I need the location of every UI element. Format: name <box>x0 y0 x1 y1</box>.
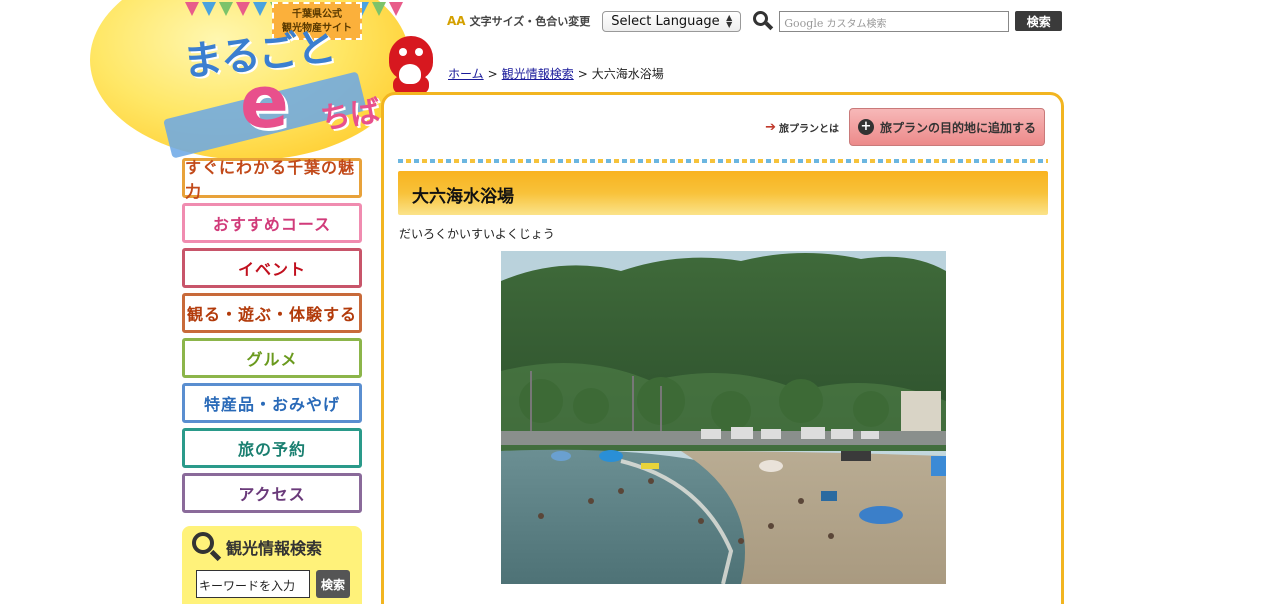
font-color-change-link[interactable]: AA 文字サイズ・色合い変更 <box>447 13 590 29</box>
nav-events[interactable]: イベント <box>182 248 362 288</box>
language-select[interactable]: Select Language ▲ ▼ <box>602 10 742 32</box>
arrow-right-icon: ➔ <box>765 119 776 135</box>
select-arrows-icon: ▲ ▼ <box>726 13 733 29</box>
nav-specialties-souvenirs[interactable]: 特産品・おみやげ <box>182 383 362 423</box>
breadcrumb-separator: > <box>487 67 498 81</box>
title-reading: だいろくかいすいよくじょう <box>399 227 555 241</box>
breadcrumb-home-link[interactable]: ホーム <box>448 67 484 81</box>
page-title: 大六海水浴場 <box>412 187 514 207</box>
search-placeholder: カスタム検索 <box>826 18 887 30</box>
travel-plan-about-label: 旅プランとは <box>779 123 839 135</box>
nav-recommended-courses[interactable]: おすすめコース <box>182 203 362 243</box>
keyword-search-button[interactable]: 検索 <box>316 570 350 598</box>
beach-photo-image <box>501 251 946 584</box>
breadcrumb-separator: > <box>577 67 588 81</box>
language-select-value: Select Language <box>611 13 720 29</box>
search-icon <box>753 11 774 31</box>
breadcrumb-current: 大六海水浴場 <box>591 67 664 81</box>
page-title-bar: 大六海水浴場 <box>398 171 1048 215</box>
font-size-icon: AA <box>447 14 466 28</box>
logo-text-e: e <box>240 60 289 144</box>
logo-text-chiba: ちば <box>318 93 383 137</box>
tourism-search-title: 観光情報検索 <box>226 539 323 558</box>
nav-gourmet[interactable]: グルメ <box>182 338 362 378</box>
keyword-input[interactable]: キーワードを入力 <box>196 570 310 598</box>
add-to-travel-plan-button[interactable]: + 旅プランの目的地に追加する <box>849 108 1045 146</box>
nav-charm[interactable]: すぐにわかる千葉の魅力 <box>182 158 362 201</box>
nav-travel-booking[interactable]: 旅の予約 <box>182 428 362 468</box>
plus-icon: + <box>857 119 874 135</box>
travel-plan-row: ➔ 旅プランとは + 旅プランの目的地に追加する <box>765 108 1045 146</box>
nav-access[interactable]: アクセス <box>182 473 362 513</box>
google-logo: Google <box>784 16 824 30</box>
site-search-button[interactable]: 検索 <box>1015 11 1063 31</box>
dashed-divider <box>398 159 1048 163</box>
breadcrumb-category-link[interactable]: 観光情報検索 <box>502 67 574 81</box>
add-to-travel-plan-label: 旅プランの目的地に追加する <box>879 120 1036 135</box>
chiba-kun-mascot-icon <box>385 36 437 94</box>
breadcrumb: ホーム > 観光情報検索 > 大六海水浴場 <box>448 65 664 82</box>
site-search-input[interactable]: Google カスタム検索 <box>779 10 1010 32</box>
main-content: ➔ 旅プランとは + 旅プランの目的地に追加する 大六海水浴場 だいろくかいすい… <box>381 92 1064 604</box>
nav-see-play-experience[interactable]: 観る・遊ぶ・体験する <box>182 293 362 333</box>
side-navigation: すぐにわかる千葉の魅力 おすすめコース イベント 観る・遊ぶ・体験する グルメ … <box>182 158 362 518</box>
travel-plan-about-link[interactable]: ➔ 旅プランとは <box>765 120 839 135</box>
header-toolbar: AA 文字サイズ・色合い変更 Select Language ▲ ▼ Google… <box>447 10 1063 32</box>
beach-photo <box>501 251 946 584</box>
search-icon <box>190 532 222 562</box>
font-color-change-label: 文字サイズ・色合い変更 <box>469 15 591 28</box>
tourism-search-panel: 観光情報検索 キーワードを入力 検索 <box>182 526 362 604</box>
